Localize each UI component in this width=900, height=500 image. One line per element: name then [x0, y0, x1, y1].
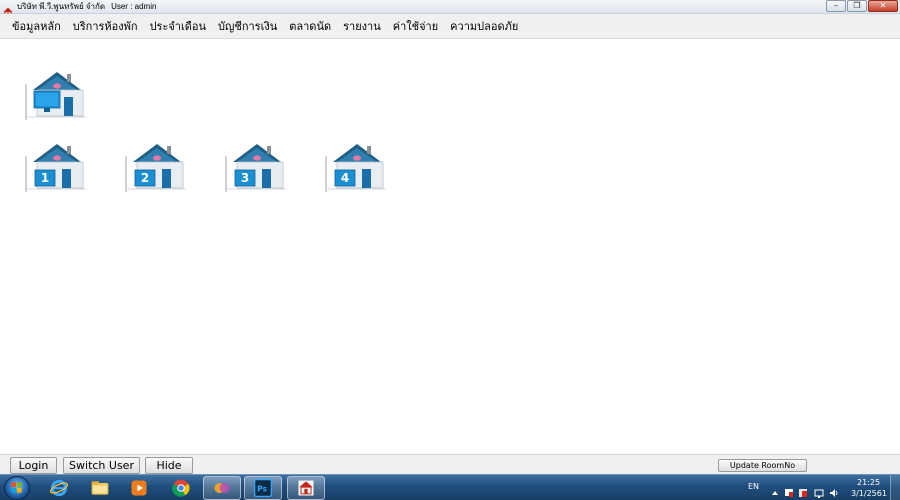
- windows-logo-icon: [11, 482, 22, 493]
- building-3-button[interactable]: 3: [224, 142, 288, 194]
- login-button[interactable]: Login: [10, 457, 57, 474]
- menu-master-data[interactable]: ข้อมูลหลัก: [6, 14, 67, 39]
- main-area: 1 2 3 4: [0, 40, 900, 454]
- restore-icon[interactable]: ❐: [847, 0, 867, 12]
- hide-button[interactable]: Hide: [145, 457, 193, 474]
- folder-icon: [91, 481, 109, 495]
- taskbar-photoshop[interactable]: Ps: [244, 476, 282, 500]
- tray-security-icon[interactable]: [798, 483, 808, 497]
- building-1-button[interactable]: 1: [24, 142, 88, 194]
- building-4-button[interactable]: 4: [324, 142, 388, 194]
- tray-volume-icon[interactable]: [829, 483, 839, 497]
- taskbar-ie[interactable]: [40, 476, 78, 500]
- menu-monthly[interactable]: ประจำเดือน: [144, 14, 212, 39]
- clock-date[interactable]: 3/1/2561: [851, 489, 887, 498]
- house-monitor-icon: [25, 72, 86, 120]
- minimize-icon[interactable]: –: [826, 0, 846, 12]
- building-main-button[interactable]: [24, 70, 88, 122]
- taskbar: Ps EN 21:25 3/1/2561: [0, 474, 900, 500]
- chrome-icon: [172, 479, 190, 497]
- switch-user-button[interactable]: Switch User: [63, 457, 140, 474]
- show-desktop-button[interactable]: [890, 475, 900, 500]
- window-title: บริษัท พี.วี.พูนทรัพย์ จำกัด: [17, 2, 106, 11]
- menu-accounting[interactable]: บัญชีการเงิน: [212, 14, 283, 39]
- close-icon[interactable]: ✕: [868, 0, 898, 12]
- house-app-icon: [298, 480, 314, 496]
- menu-expenses[interactable]: ค่าใช้จ่าย: [387, 14, 444, 39]
- tray-arrow-icon[interactable]: [770, 483, 780, 495]
- house-icon: [25, 144, 86, 192]
- update-roomno-button[interactable]: Update RoomNo: [718, 459, 807, 472]
- menu-market[interactable]: ตลาดนัด: [283, 14, 337, 39]
- language-indicator[interactable]: EN: [748, 482, 759, 491]
- app-house-icon: [3, 2, 13, 17]
- taskbar-chrome[interactable]: [162, 476, 200, 500]
- window-controls: – ❐ ✕: [825, 0, 898, 13]
- building-number: 1: [40, 171, 50, 185]
- house-icon: [225, 144, 286, 192]
- tray-flag-icon[interactable]: [784, 483, 794, 497]
- house-icon: [125, 144, 186, 192]
- menu-bar: ข้อมูลหลัก บริการห้องพัก ประจำเดือน บัญช…: [0, 14, 900, 39]
- window-user: User : admin: [111, 2, 157, 11]
- building-number: 2: [140, 171, 150, 185]
- menu-reports[interactable]: รายงาน: [337, 14, 387, 39]
- svg-text:Ps: Ps: [257, 484, 267, 493]
- desktop: บริษัท พี.วี.พูนทรัพย์ จำกัด User : admi…: [0, 0, 900, 500]
- menu-room-service[interactable]: บริการห้องพัก: [67, 14, 144, 39]
- title-bar: บริษัท พี.วี.พูนทรัพย์ จำกัด User : admi…: [0, 0, 900, 17]
- taskbar-media-player[interactable]: [120, 476, 158, 500]
- photoshop-icon: Ps: [254, 479, 272, 497]
- menu-security[interactable]: ความปลอดภัย: [444, 14, 524, 39]
- taskbar-explorer[interactable]: [81, 476, 119, 500]
- taskbar-room-app[interactable]: [287, 476, 325, 500]
- bottom-toolbar: Login Switch User Hide Update RoomNo: [0, 454, 900, 474]
- building-number: 4: [340, 171, 350, 185]
- clock-time[interactable]: 21:25: [857, 478, 880, 487]
- internet-explorer-icon: [49, 479, 69, 497]
- building-number: 3: [240, 171, 250, 185]
- start-button[interactable]: [4, 476, 30, 500]
- tray-network-icon[interactable]: [814, 483, 824, 498]
- house-icon: [325, 144, 386, 192]
- taskbar-app-generic[interactable]: [203, 476, 241, 500]
- media-player-icon: [131, 480, 147, 496]
- building-2-button[interactable]: 2: [124, 142, 188, 194]
- app-logo-icon: [214, 483, 230, 493]
